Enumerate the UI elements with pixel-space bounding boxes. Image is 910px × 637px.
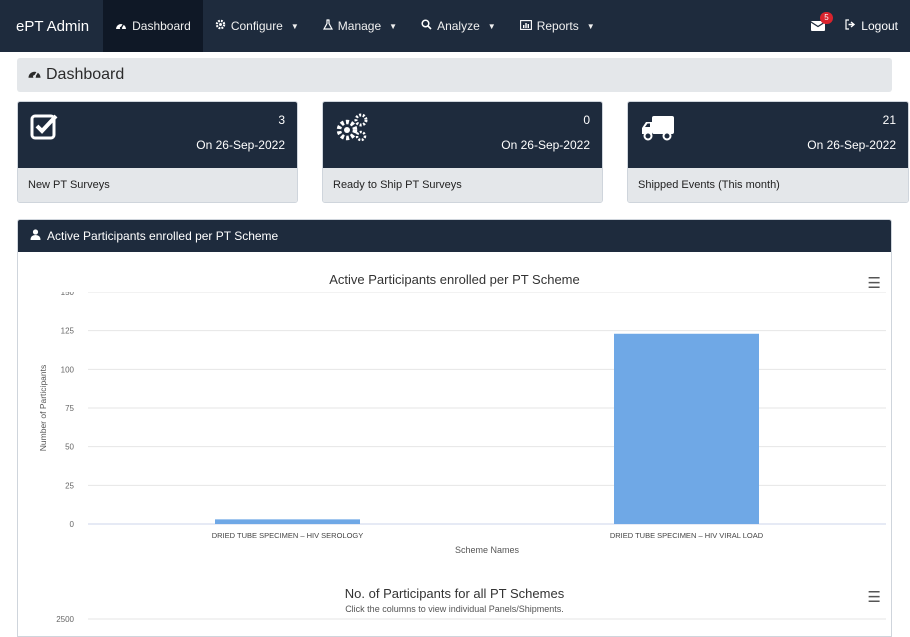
stat-count: 21 [882, 113, 896, 127]
x-tick-label: DRIED TUBE SPECIMEN – HIV VIRAL LOAD [610, 531, 764, 540]
chart-title: Active Participants enrolled per PT Sche… [329, 272, 580, 287]
nav-dashboard[interactable]: Dashboard [103, 0, 203, 52]
gears-icon [335, 112, 369, 147]
gear-icon [215, 19, 226, 33]
dashboard-icon [115, 20, 127, 33]
y-tick-label: 25 [65, 481, 74, 490]
bar [614, 333, 759, 524]
nav-reports[interactable]: Reports ▼ [508, 0, 607, 52]
bar [215, 519, 360, 524]
stat-date: On 26-Sep-2022 [807, 138, 896, 152]
y-tick-label: 0 [70, 520, 75, 529]
nav-right: 5 Logout [797, 0, 910, 52]
chevron-down-icon: ▼ [487, 21, 496, 31]
y-tick-label: 75 [65, 404, 74, 413]
sign-out-icon [845, 19, 856, 33]
all-schemes-bar-chart: 2500 [56, 615, 886, 624]
brand-logo[interactable]: ePT Admin [0, 18, 103, 35]
chevron-down-icon: ▼ [389, 21, 398, 31]
page-title: Dashboard [46, 66, 125, 83]
nav-analyze[interactable]: Analyze ▼ [409, 0, 508, 52]
chevron-down-icon: ▼ [586, 21, 595, 31]
stat-card-ready-to-ship[interactable]: 0 On 26-Sep-2022 Ready to Ship PT Survey… [322, 101, 603, 203]
stat-date: On 26-Sep-2022 [501, 138, 590, 152]
top-navbar: ePT Admin Dashboard Configure ▼ Manage ▼… [0, 0, 910, 52]
participants-bar-chart: 0 25 50 75 100 125 150 DRIED TUBE SPECIMEN – HI… [38, 292, 886, 555]
chart2-subtitle: Click the columns to view individual Pan… [345, 604, 564, 614]
y-tick-label: 50 [65, 443, 74, 452]
chart2-title: No. of Participants for all PT Schemes [344, 586, 565, 601]
y-tick-label: 125 [61, 327, 75, 336]
mail-count-badge: 5 [820, 11, 833, 24]
nav-dashboard-label: Dashboard [132, 19, 191, 33]
stat-count: 3 [278, 113, 285, 127]
truck-icon [640, 112, 676, 147]
y-tick-label: 100 [61, 365, 75, 374]
charts-container: Active Participants enrolled per PT Sche… [18, 252, 891, 636]
stat-card-label: Shipped Events (This month) [628, 168, 908, 202]
logout-label: Logout [861, 19, 898, 33]
stat-card-label: New PT Surveys [18, 168, 297, 202]
x-axis-label: Scheme Names [455, 545, 520, 555]
user-icon [30, 229, 41, 243]
panel-header: Active Participants enrolled per PT Sche… [18, 220, 891, 252]
hamburger-menu-icon[interactable]: ☰ [868, 588, 881, 606]
y-tick-label: 150 [61, 292, 75, 297]
stat-count: 0 [583, 113, 590, 127]
stat-card-header: 21 On 26-Sep-2022 [628, 102, 908, 168]
panel-title: Active Participants enrolled per PT Sche… [47, 229, 279, 243]
nav-manage[interactable]: Manage ▼ [311, 0, 409, 52]
stat-card-shipped-events[interactable]: 21 On 26-Sep-2022 Shipped Events (This m… [627, 101, 909, 203]
y-axis-label: Number of Participants [38, 365, 48, 451]
dashboard-icon [27, 66, 42, 84]
chevron-down-icon: ▼ [290, 21, 299, 31]
breadcrumb: Dashboard [17, 58, 892, 92]
bar-chart-icon [519, 19, 532, 33]
stat-date: On 26-Sep-2022 [196, 138, 285, 152]
flask-icon [322, 19, 333, 33]
y-tick-label: 2500 [56, 615, 74, 624]
search-icon [421, 19, 432, 33]
mail-button[interactable]: 5 [797, 11, 839, 34]
stat-card-new-surveys[interactable]: 3 On 26-Sep-2022 New PT Surveys [17, 101, 298, 203]
nav-manage-label: Manage [337, 19, 382, 33]
stat-card-header: 3 On 26-Sep-2022 [18, 102, 297, 168]
nav-configure[interactable]: Configure ▼ [203, 0, 311, 52]
stat-card-header: 0 On 26-Sep-2022 [323, 102, 602, 168]
logout-button[interactable]: Logout [839, 19, 910, 33]
stat-card-label: Ready to Ship PT Surveys [323, 168, 602, 202]
checkbox-icon [30, 112, 60, 145]
hamburger-menu-icon[interactable]: ☰ [868, 274, 881, 292]
nav-reports-label: Reports [536, 19, 579, 33]
nav-configure-label: Configure [230, 19, 283, 33]
x-tick-label: DRIED TUBE SPECIMEN – HIV SEROLOGY [212, 531, 364, 540]
participants-panel: Active Participants enrolled per PT Sche… [17, 219, 892, 637]
nav-analyze-label: Analyze [437, 19, 480, 33]
